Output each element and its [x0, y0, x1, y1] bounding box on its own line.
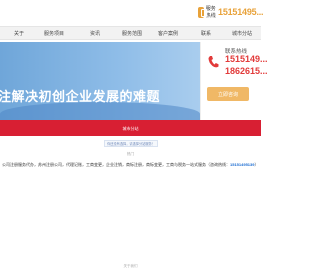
nav-item-cases[interactable]: 客户案例	[158, 30, 178, 37]
hotline-box: 服务热线 15151495...	[198, 4, 264, 20]
hotline-number[interactable]: 15151495...	[218, 7, 264, 17]
branch-header-band: 城市分站	[0, 122, 261, 136]
description-phone[interactable]: 15151495139	[230, 162, 254, 167]
nav-item-branches[interactable]: 城市分站	[232, 30, 252, 37]
phone-icon	[198, 6, 207, 18]
hot-caption: 热门	[127, 152, 134, 156]
contact-number-secondary[interactable]: 1862615...	[225, 66, 268, 76]
nav-item-services[interactable]: 服务项目	[44, 30, 64, 37]
contact-card: 联系热线 1515149... 1862615... 立即咨询	[200, 42, 268, 120]
select-branch-link[interactable]: 你还没有选择，请选择分站服务！	[104, 140, 158, 147]
banner-title: 注解决初创企业发展的难题	[0, 89, 161, 104]
footer-link[interactable]: 关于我们	[0, 264, 261, 269]
top-bar: 服务热线 15151495...	[0, 0, 264, 24]
branch-header-text: 城市分站	[122, 126, 139, 131]
description-suffix: ）	[254, 162, 259, 167]
main-nav: 关于 服务项目 资讯 服务范围 客户案例 联系 城市分站	[0, 26, 261, 40]
nav-item-about[interactable]: 关于	[14, 30, 24, 37]
service-description: 公司注册服务代办，苏州注册公司，代理记账，工商变更，企业注销，商标注册，商标变更…	[2, 162, 261, 168]
hotline-label: 服务热线	[205, 6, 216, 19]
nav-item-news[interactable]: 资讯	[90, 30, 100, 37]
phone-icon	[207, 55, 219, 69]
contact-number-primary[interactable]: 1515149...	[225, 54, 268, 64]
hero-banner[interactable]: 注解决初创企业发展的难题	[0, 42, 200, 120]
nav-item-contact[interactable]: 联系	[201, 30, 211, 37]
description-text: 公司注册服务代办，苏州注册公司，代理记账，工商变更，企业注销，商标注册，商标变更…	[2, 162, 230, 167]
nav-item-service-area[interactable]: 服务范围	[122, 30, 142, 37]
consult-button[interactable]: 立即咨询	[207, 87, 249, 101]
